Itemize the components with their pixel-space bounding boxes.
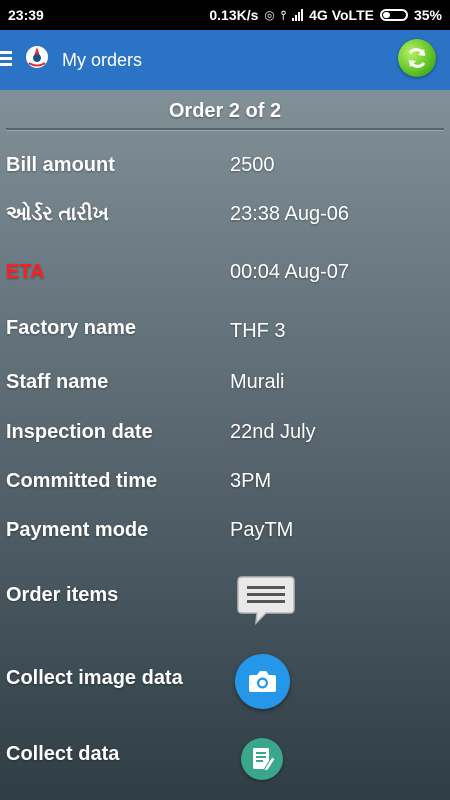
staff-name-value: Murali <box>230 371 285 393</box>
status-bar: 23:39 0.13K/s ◎ ⫯ 4G VoLTE 35% <box>0 0 450 30</box>
signal-no-sim-icon: ⫯ <box>280 7 287 22</box>
eta-label: ETA <box>6 261 45 283</box>
hotspot-icon: ◎ <box>264 8 275 22</box>
payment-mode-label: Payment mode <box>6 519 149 541</box>
bill-amount-value: 2500 <box>230 154 275 176</box>
order-details: Order 2 of 2 Bill amount 2500 ઓર્ડર તારી… <box>0 90 450 800</box>
order-date-label: ઓર્ડર તારીખ <box>6 203 109 225</box>
collect-data-button[interactable] <box>241 738 283 780</box>
order-counter: Order 2 of 2 <box>168 100 282 122</box>
collect-image-label: Collect image data <box>6 667 183 689</box>
payment-mode-value: PayTM <box>230 519 294 541</box>
camera-button[interactable] <box>235 654 290 709</box>
eta-value: 00:04 Aug-07 <box>230 261 349 283</box>
factory-name-label: Factory name <box>6 317 137 339</box>
form-edit-icon <box>253 748 276 772</box>
battery-percent: 35% <box>413 7 442 23</box>
menu-icon[interactable] <box>0 51 12 69</box>
inspection-date-label: Inspection date <box>6 421 153 443</box>
network-type: 4G VoLTE <box>309 7 374 23</box>
inspection-date-value: 22nd July <box>230 421 316 443</box>
chat-bubble-icon[interactable] <box>236 575 296 625</box>
staff-name-label: Staff name <box>6 371 109 393</box>
status-icons: 0.13K/s ◎ ⫯ 4G VoLTE 35% <box>209 7 442 23</box>
refresh-button[interactable] <box>398 39 436 77</box>
collect-data-label: Collect data <box>6 743 120 765</box>
header-divider <box>6 128 444 131</box>
refresh-icon <box>408 48 426 68</box>
app-logo-icon <box>26 46 48 68</box>
camera-icon <box>249 671 276 692</box>
signal-strength-icon <box>292 9 304 21</box>
factory-name-value: THF 3 <box>230 320 286 342</box>
app-title: My orders <box>62 50 143 70</box>
app-bar: My orders <box>0 30 450 90</box>
bill-amount-label: Bill amount <box>6 154 115 176</box>
status-time: 23:39 <box>8 7 44 23</box>
order-items-label: Order items <box>6 584 119 606</box>
order-date-value: 23:38 Aug-06 <box>230 203 349 225</box>
network-speed: 0.13K/s <box>209 7 259 23</box>
committed-time-value: 3PM <box>230 470 272 492</box>
committed-time-label: Committed time <box>6 470 158 492</box>
battery-icon <box>379 9 408 21</box>
